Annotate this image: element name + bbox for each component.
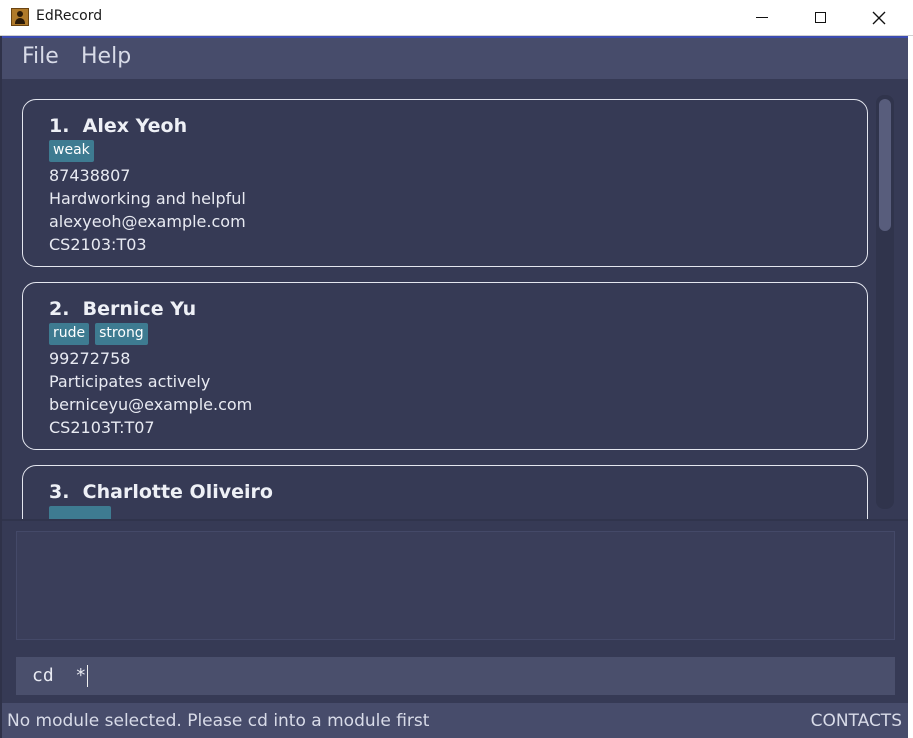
- result-display: [16, 531, 895, 640]
- status-message: No module selected. Please cd into a mod…: [7, 711, 430, 731]
- tag-list: rude strong: [49, 323, 148, 345]
- app-window: EdRecord File Help 1. Alex Yeoh weak 874…: [0, 0, 913, 738]
- tag-list: weak: [49, 140, 94, 162]
- command-box: cd *: [2, 649, 908, 703]
- window-right-border: [908, 36, 913, 738]
- person-info: Hardworking and helpful: [49, 189, 246, 208]
- tag: strong: [95, 323, 148, 345]
- person-card[interactable]: 2. Bernice Yu rude strong 99272758 Parti…: [22, 282, 868, 450]
- command-text: cd *: [32, 665, 87, 686]
- list-scrollbar[interactable]: [876, 95, 894, 509]
- close-button[interactable]: [850, 0, 908, 35]
- person-name: 3. Charlotte Oliveiro: [49, 481, 273, 503]
- person-card[interactable]: 3. Charlotte Oliveiro: [22, 465, 868, 519]
- menu-bar: File Help: [2, 36, 908, 79]
- person-email: berniceyu@example.com: [49, 395, 253, 414]
- status-bar: No module selected. Please cd into a mod…: [2, 703, 908, 738]
- command-input[interactable]: cd *: [16, 657, 895, 695]
- title-bar[interactable]: EdRecord: [0, 0, 913, 36]
- tag: rude: [49, 323, 90, 345]
- person-phone: 99272758: [49, 349, 131, 368]
- maximize-icon: [814, 12, 826, 23]
- tag-list: [49, 506, 111, 519]
- maximize-button[interactable]: [791, 0, 849, 35]
- person-email: alexyeoh@example.com: [49, 212, 246, 231]
- tag: weak: [49, 140, 94, 162]
- person-info: Participates actively: [49, 372, 211, 391]
- close-icon: [872, 11, 886, 24]
- tag: [49, 506, 111, 519]
- contact-book-icon: [11, 8, 29, 26]
- result-display-pane: [2, 521, 908, 649]
- person-card[interactable]: 1. Alex Yeoh weak 87438807 Hardworking a…: [22, 99, 868, 267]
- scrollbar-thumb[interactable]: [879, 99, 891, 231]
- person-name: 1. Alex Yeoh: [49, 115, 188, 137]
- minimize-icon: [756, 17, 768, 18]
- person-module: CS2103:T03: [49, 235, 147, 254]
- person-module: CS2103T:T07: [49, 418, 155, 437]
- minimize-button[interactable]: [733, 0, 791, 35]
- person-list[interactable]: 1. Alex Yeoh weak 87438807 Hardworking a…: [2, 79, 908, 521]
- person-name: 2. Bernice Yu: [49, 298, 197, 320]
- text-caret: [87, 665, 89, 687]
- person-phone: 87438807: [49, 166, 131, 185]
- menu-help[interactable]: Help: [81, 44, 131, 69]
- status-view-indicator: CONTACTS: [810, 711, 902, 731]
- window-title: EdRecord: [36, 8, 103, 24]
- menu-file[interactable]: File: [22, 44, 59, 69]
